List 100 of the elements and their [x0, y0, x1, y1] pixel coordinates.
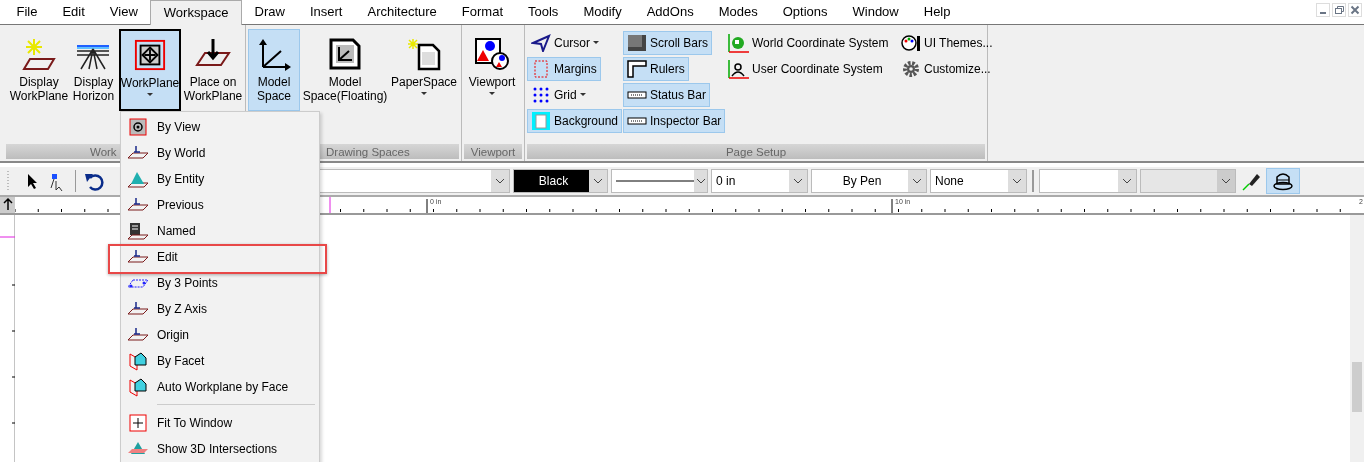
- caret-icon: [421, 92, 427, 96]
- menu-item[interactable]: By 3 Points: [121, 270, 319, 296]
- menu-item[interactable]: By Z Axis: [121, 296, 319, 322]
- menu-item[interactable]: Show 3D Intersections: [121, 436, 319, 462]
- floating-space-icon: [328, 37, 362, 71]
- globe-axes-icon: [727, 33, 749, 53]
- chevron-icon: [793, 178, 803, 184]
- plane-icon: [128, 144, 148, 162]
- menu-tab[interactable]: Window: [840, 0, 912, 24]
- ribbon-button[interactable]: Background: [527, 109, 623, 133]
- workplane-icon: [134, 39, 166, 71]
- restore-icon[interactable]: [1332, 3, 1346, 17]
- ribbon-button[interactable]: Display WorkPlane: [9, 29, 68, 111]
- menu-tab[interactable]: AddOns: [634, 0, 707, 24]
- line-style-icon: [616, 179, 694, 183]
- grid-icon: [531, 86, 551, 104]
- combo-box[interactable]: Black: [513, 169, 608, 193]
- ribbon-button[interactable]: Status Bar: [623, 83, 711, 107]
- caret-icon: [147, 93, 153, 97]
- menu-item[interactable]: By Entity: [121, 166, 319, 192]
- ribbon-button[interactable]: Rulers: [623, 57, 689, 81]
- chevron-icon: [695, 178, 706, 184]
- ribbon-button[interactable]: Inspector Bar: [623, 109, 726, 133]
- menu-item[interactable]: Fit To Window: [121, 410, 319, 436]
- ribbon-button[interactable]: UI Themes...: [897, 31, 997, 55]
- plane-icon: [128, 248, 148, 266]
- cursor-icon: [531, 34, 551, 52]
- scroll-bars-icon: [627, 34, 647, 52]
- combo-box[interactable]: [611, 169, 708, 193]
- chevron-icon: [1012, 178, 1022, 184]
- menu-item[interactable]: By Facet: [121, 348, 319, 374]
- ribbon-button[interactable]: PaperSpace: [390, 29, 458, 111]
- stack-icon: [1272, 171, 1294, 191]
- menu-tab[interactable]: Help: [911, 0, 963, 24]
- combo-box[interactable]: 0 in: [711, 169, 808, 193]
- menu-tab[interactable]: Architecture: [354, 0, 450, 24]
- menu-tab[interactable]: Options: [770, 0, 840, 24]
- ribbon-button[interactable]: Viewport: [464, 29, 520, 111]
- rulers-icon: [627, 60, 647, 78]
- toggle-button[interactable]: [1266, 168, 1300, 194]
- ribbon-button[interactable]: World Coordinate System: [723, 31, 893, 55]
- up-arrow-icon: [1, 197, 14, 211]
- axes-icon: [257, 37, 291, 71]
- view-plane-icon: [129, 118, 147, 136]
- minimize-icon[interactable]: [1316, 3, 1330, 17]
- combo-box[interactable]: None: [930, 169, 1027, 193]
- plane-icon: [128, 326, 148, 344]
- menu-tab[interactable]: Insert: [297, 0, 355, 24]
- named-plane-icon: [128, 222, 148, 240]
- menu-item[interactable]: Edit: [121, 244, 319, 270]
- ribbon-button[interactable]: Model Space(Floating): [302, 29, 388, 111]
- plane-icon: [128, 196, 148, 214]
- menu-item[interactable]: Named: [121, 218, 319, 244]
- workplane-star-icon: [21, 37, 56, 71]
- ribbon-button[interactable]: Customize...: [897, 57, 995, 81]
- menu-tab[interactable]: Tools: [515, 0, 571, 24]
- facet-icon: [128, 377, 148, 397]
- chevron-icon: [1221, 178, 1231, 184]
- close-icon[interactable]: [1348, 3, 1362, 17]
- palette-icon: [901, 34, 921, 52]
- page-star-icon: [407, 37, 441, 71]
- viewport-icon: [474, 37, 510, 71]
- chevron-icon: [1122, 178, 1132, 184]
- menu-tab[interactable]: Edit: [49, 0, 98, 24]
- menu-item[interactable]: Origin: [121, 322, 319, 348]
- menu-tab[interactable]: Workspace: [150, 0, 243, 25]
- chevron-icon: [495, 178, 505, 184]
- margins-icon: [531, 60, 551, 78]
- caret-icon: [489, 92, 495, 96]
- menu-tab[interactable]: Modify: [570, 0, 635, 24]
- pyramid-plane-icon: [128, 170, 148, 188]
- caret-icon: [593, 41, 599, 45]
- facet-icon: [128, 351, 148, 371]
- menu-tab[interactable]: Modes: [706, 0, 771, 24]
- group-label: Viewport: [464, 144, 522, 159]
- ribbon-button[interactable]: Model Space: [248, 29, 300, 111]
- group-label: Page Setup: [527, 144, 985, 159]
- menu-item[interactable]: Auto Workplane by Face: [121, 374, 319, 400]
- plane-icon: [128, 300, 148, 318]
- ribbon-button[interactable]: User Coordinate System: [723, 57, 887, 81]
- menu-tab[interactable]: View: [97, 0, 151, 24]
- menu-tab[interactable]: Draw: [242, 0, 298, 24]
- user-axes-icon: [727, 59, 749, 79]
- caret-icon: [579, 93, 586, 97]
- menu-tab[interactable]: Format: [449, 0, 516, 24]
- menu-item[interactable]: By View: [121, 114, 319, 140]
- ribbon-button[interactable]: Display Horizon: [69, 29, 117, 111]
- ribbon-button[interactable]: Grid: [527, 83, 590, 107]
- ribbon-button[interactable]: WorkPlane: [119, 29, 181, 111]
- menu-item[interactable]: Previous: [121, 192, 319, 218]
- ribbon-button[interactable]: Cursor: [527, 31, 603, 55]
- ribbon-button[interactable]: Place on WorkPlane: [183, 29, 243, 111]
- chevron-icon: [912, 178, 922, 184]
- menu-tab[interactable]: File: [4, 0, 50, 24]
- ribbon-button[interactable]: Margins: [527, 57, 601, 81]
- chevron-icon: [593, 178, 603, 184]
- ribbon-button[interactable]: Scroll Bars: [623, 31, 712, 55]
- scroll-bar[interactable]: [1350, 215, 1364, 462]
- combo-box[interactable]: By Pen: [811, 169, 927, 193]
- grip-icon: [6, 170, 10, 192]
